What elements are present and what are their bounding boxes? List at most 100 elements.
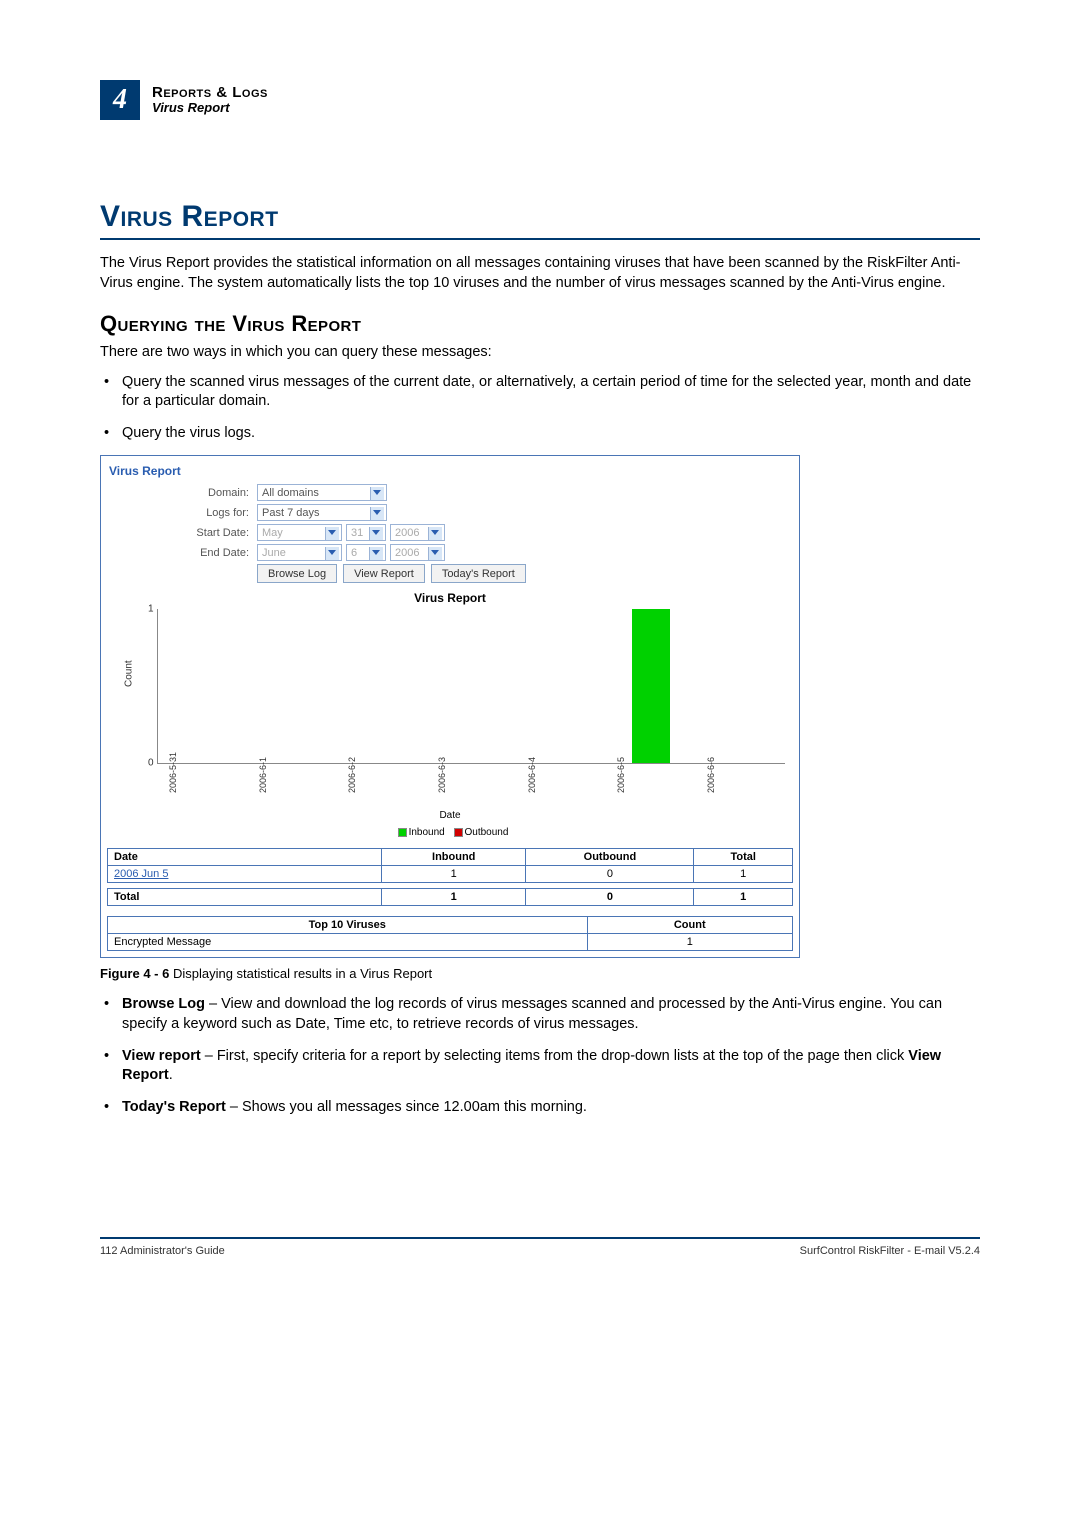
view-report-button[interactable]: View Report (343, 564, 425, 583)
footer-right: SurfControl RiskFilter - E-mail V5.2.4 (800, 1245, 980, 1257)
foot-label: Total (108, 889, 382, 906)
todays-report-button[interactable]: Today's Report (431, 564, 526, 583)
chevron-down-icon (431, 530, 439, 535)
domain-select[interactable]: All domains (257, 484, 387, 501)
chart-legend: Inbound Outbound (107, 827, 793, 838)
chart-bars (158, 609, 785, 763)
bar-col (171, 609, 234, 763)
logs-for-value: Past 7 days (262, 507, 319, 519)
col-inbound: Inbound (382, 849, 526, 866)
chapter-titles: Reports & Logs Virus Report (152, 84, 268, 116)
bar-col (440, 609, 503, 763)
cell-date: 2006 Jun 5 (108, 866, 382, 883)
x-tick: 2006-6-6 (706, 783, 750, 793)
x-tick: 2006-6-2 (347, 783, 391, 793)
chapter-number-badge: 4 (100, 80, 140, 120)
button-row: Browse Log View Report Today's Report (107, 564, 793, 583)
bar-inbound (632, 609, 670, 763)
start-month-value: May (262, 527, 283, 539)
chapter-title: Reports & Logs (152, 84, 268, 101)
y-axis: Count (115, 609, 157, 764)
chapter-header: 4 Reports & Logs Virus Report (100, 80, 980, 120)
footer-left: 112 Administrator's Guide (100, 1245, 225, 1257)
chevron-down-icon (431, 550, 439, 555)
virus-report-panel: Virus Report Domain: All domains Logs fo… (100, 455, 800, 958)
section-title: Virus Report (100, 200, 980, 240)
view-report-term: View report (122, 1048, 201, 1064)
browse-log-button[interactable]: Browse Log (257, 564, 337, 583)
bar-col (261, 609, 324, 763)
legend-outbound: Outbound (465, 827, 509, 838)
start-day-select[interactable]: 31 (346, 524, 386, 541)
cell-in: 1 (382, 866, 526, 883)
figure-caption: Figure 4 - 6 Displaying statistical resu… (100, 966, 980, 981)
x-tick: 2006-5-31 (168, 783, 212, 793)
y-axis-label: Count (124, 660, 135, 687)
x-tick: 2006-6-4 (527, 783, 571, 793)
chapter-subtitle: Virus Report (152, 101, 268, 116)
top-viruses-table: Top 10 Viruses Count Encrypted Message 1 (107, 916, 793, 951)
end-month-value: June (262, 547, 286, 559)
figure-caption-text: Displaying statistical results in a Viru… (169, 966, 432, 981)
chart-plot: 1 0 (157, 609, 785, 764)
foot-out: 0 (526, 889, 694, 906)
figure-caption-num: Figure 4 - 6 (100, 966, 169, 981)
foot-total: 1 (694, 889, 793, 906)
todays-report-desc: – Shows you all messages since 12.00am t… (226, 1099, 587, 1115)
end-year-select[interactable]: 2006 (390, 544, 445, 561)
end-day-select[interactable]: 6 (346, 544, 386, 561)
x-tick: 2006-6-1 (258, 783, 302, 793)
browse-log-term: Browse Log (122, 996, 205, 1012)
start-date-row: Start Date: May 31 2006 (107, 524, 793, 541)
view-report-desc-1: – First, specify criteria for a report b… (201, 1048, 909, 1064)
domain-label: Domain: (107, 487, 257, 499)
table-row: Date Inbound Outbound Total (108, 849, 793, 866)
footer: 112 Administrator's Guide SurfControl Ri… (100, 1245, 980, 1257)
date-link[interactable]: 2006 Jun 5 (114, 868, 168, 880)
y-tick-0: 0 (148, 758, 154, 769)
logs-row: Logs for: Past 7 days (107, 504, 793, 521)
logs-label: Logs for: (107, 507, 257, 519)
cell-virus-name: Encrypted Message (108, 934, 588, 951)
col-outbound: Outbound (526, 849, 694, 866)
browse-log-desc: – View and download the log records of v… (122, 996, 942, 1032)
logs-for-select[interactable]: Past 7 days (257, 504, 387, 521)
chevron-down-icon (372, 550, 380, 555)
subsection-title: Querying the Virus Report (100, 311, 980, 337)
table-row: Encrypted Message 1 (108, 934, 793, 951)
end-date-label: End Date: (107, 547, 257, 559)
cell-out: 0 (526, 866, 694, 883)
col-date: Date (108, 849, 382, 866)
start-day-value: 31 (351, 527, 363, 539)
domain-row: Domain: All domains (107, 484, 793, 501)
legend-swatch-outbound (454, 828, 463, 837)
bar-col (351, 609, 414, 763)
x-tick: 2006-6-3 (437, 783, 481, 793)
bar-col (530, 609, 593, 763)
figure: Virus Report Domain: All domains Logs fo… (100, 455, 980, 981)
list-item: View report – First, specify criteria fo… (122, 1047, 980, 1086)
legend-inbound: Inbound (409, 827, 445, 838)
table-row: Top 10 Viruses Count (108, 917, 793, 934)
sub-intro: There are two ways in which you can quer… (100, 343, 980, 363)
bar-col (709, 609, 772, 763)
chart-area: Count 1 0 (107, 609, 793, 764)
panel-title: Virus Report (107, 462, 793, 484)
x-tick-labels: 2006-5-31 2006-6-1 2006-6-2 2006-6-3 200… (107, 764, 793, 810)
start-year-select[interactable]: 2006 (390, 524, 445, 541)
y-tick-1: 1 (148, 604, 154, 615)
list-item: Query the virus logs. (122, 424, 980, 444)
chevron-down-icon (373, 490, 381, 495)
end-month-select[interactable]: June (257, 544, 342, 561)
domain-value: All domains (262, 487, 319, 499)
start-month-select[interactable]: May (257, 524, 342, 541)
end-year-value: 2006 (395, 547, 419, 559)
cell-total: 1 (694, 866, 793, 883)
view-report-desc-2: . (169, 1067, 173, 1083)
todays-report-term: Today's Report (122, 1099, 226, 1115)
cell-virus-count: 1 (587, 934, 793, 951)
chevron-down-icon (328, 550, 336, 555)
chevron-down-icon (372, 530, 380, 535)
list-item: Browse Log – View and download the log r… (122, 995, 980, 1034)
end-date-row: End Date: June 6 2006 (107, 544, 793, 561)
